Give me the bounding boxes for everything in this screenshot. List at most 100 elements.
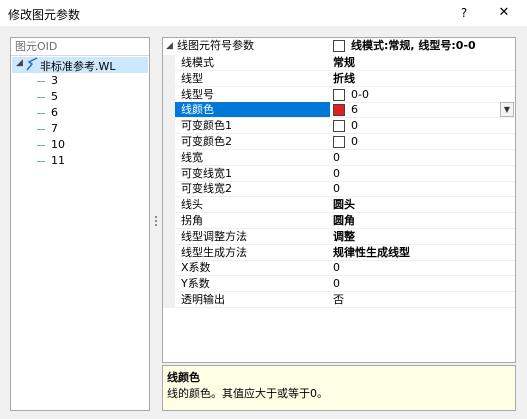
tree-item-label: 10 — [51, 138, 65, 151]
property-value[interactable]: 圆头 — [333, 197, 355, 213]
property-value-text: 圆角 — [333, 214, 355, 227]
chevron-down-icon[interactable]: ◢ — [16, 58, 23, 68]
category-value: 线模式:常规, 线型号:0-0 — [333, 38, 476, 54]
property-value[interactable]: 0 — [333, 276, 340, 292]
row-gutter — [163, 260, 175, 277]
property-value-text: 否 — [333, 293, 344, 306]
tree-item-11[interactable]: 11 — [37, 154, 137, 169]
property-name: 线型 — [181, 71, 203, 85]
color-swatch-icon — [333, 136, 345, 148]
row-gutter — [163, 292, 175, 308]
property-row[interactable]: Y系数 0 — [163, 276, 515, 293]
property-row[interactable]: 线模式 常规 — [163, 55, 515, 71]
property-value-text: 0 — [351, 119, 358, 133]
property-row[interactable]: 可变线宽1 0 — [163, 165, 515, 182]
property-row[interactable]: 拐角 圆角 — [163, 213, 515, 229]
property-row[interactable]: 透明输出 否 — [163, 292, 515, 308]
property-name: 线型生成方法 — [181, 245, 247, 259]
tree-header: 图元OID — [11, 38, 149, 56]
tree-item-10[interactable]: 10 — [37, 138, 137, 153]
close-button[interactable]: ✕ — [495, 4, 513, 22]
property-value[interactable]: 0 — [333, 166, 340, 182]
category-value-text: 线模式:常规, 线型号:0-0 — [351, 39, 476, 52]
property-row[interactable]: 线头 圆头 — [163, 197, 515, 214]
property-row[interactable]: 线型调整方法 调整 — [163, 228, 515, 245]
tree-item-6[interactable]: 6 — [37, 106, 137, 121]
tree-item-label: 11 — [51, 154, 65, 167]
tree-line-icon — [37, 161, 45, 162]
property-value[interactable]: 0 — [333, 118, 358, 134]
property-row[interactable]: X系数 0 — [163, 260, 515, 277]
row-gutter — [163, 213, 175, 229]
property-row[interactable]: 线型号 0-0 — [163, 86, 515, 103]
property-value-text: 折线 — [333, 71, 355, 85]
property-row[interactable]: 线型生成方法 规律性生成线型 — [163, 244, 515, 261]
row-gutter — [163, 276, 175, 293]
property-value-text: 0 — [333, 166, 340, 180]
row-gutter — [163, 181, 175, 198]
property-row[interactable]: 可变颜色1 0 — [163, 118, 515, 135]
oid-tree-panel: 图元OID ◢ 非标准参考.WL 3 5 6 7 10 11 — [10, 37, 150, 411]
property-name: 透明输出 — [181, 293, 225, 306]
property-value[interactable]: 0 — [333, 181, 340, 197]
tree-item-label: 7 — [51, 122, 58, 135]
row-gutter — [163, 149, 175, 166]
property-value-text: 规律性生成线型 — [333, 245, 410, 259]
chevron-down-icon[interactable]: ◢ — [166, 38, 173, 54]
row-gutter — [163, 244, 175, 261]
line-style-icon — [26, 57, 38, 74]
description-text: 线的颜色。其值应大于或等于0。 — [167, 387, 328, 400]
splitter-handle[interactable] — [155, 216, 158, 230]
property-row[interactable]: 线型 折线 — [163, 70, 515, 87]
tree-line-icon — [37, 97, 45, 98]
property-value[interactable]: 圆角 — [333, 213, 355, 229]
property-value[interactable]: 常规 — [333, 55, 355, 71]
row-gutter — [163, 86, 175, 103]
property-value[interactable]: 调整 — [333, 229, 355, 245]
property-name: 拐角 — [181, 214, 203, 227]
tree-root-label: 非标准参考.WL — [40, 60, 116, 73]
dialog-body: 图元OID ◢ 非标准参考.WL 3 5 6 7 10 11 ◢ 线图元符号参数… — [0, 26, 527, 419]
tree-line-icon — [37, 129, 45, 130]
property-value[interactable]: 0 — [333, 150, 340, 166]
tree-item-7[interactable]: 7 — [37, 122, 137, 137]
property-value[interactable]: 0 — [333, 134, 358, 150]
row-gutter — [163, 118, 175, 135]
color-swatch-icon — [333, 120, 345, 133]
property-row[interactable]: 线宽 0 — [163, 149, 515, 166]
property-value-text: 常规 — [333, 56, 355, 69]
help-button[interactable]: ? — [455, 4, 473, 22]
property-value[interactable]: 否 — [333, 292, 344, 308]
row-gutter — [163, 70, 175, 87]
row-gutter — [163, 55, 175, 71]
property-value-text: 圆头 — [333, 198, 355, 212]
property-value-text: 调整 — [333, 229, 355, 243]
property-value-text: 0 — [333, 182, 340, 196]
property-value-text: 0-0 — [351, 87, 369, 101]
property-value[interactable]: 6 — [333, 102, 358, 118]
tree-item-5[interactable]: 5 — [37, 90, 137, 105]
property-row[interactable]: 可变颜色2 0 — [163, 134, 515, 150]
property-name: 线颜色 — [175, 102, 330, 119]
description-title: 线颜色 — [167, 371, 200, 384]
property-value[interactable]: 折线 — [333, 71, 355, 87]
property-name: 可变颜色1 — [181, 119, 232, 133]
property-name: 线头 — [181, 198, 203, 212]
row-gutter — [163, 228, 175, 245]
property-value-text: 6 — [351, 103, 358, 117]
category-row[interactable]: ◢ 线图元符号参数 线模式:常规, 线型号:0-0 — [163, 38, 515, 54]
property-value[interactable]: 0 — [333, 260, 340, 276]
color-swatch-icon — [333, 88, 345, 101]
property-row[interactable]: 线颜色 6 ▼ — [163, 102, 515, 119]
tree-root-item[interactable]: ◢ 非标准参考.WL — [12, 57, 148, 73]
property-value[interactable]: 0-0 — [333, 87, 369, 103]
property-row[interactable]: 可变线宽2 0 — [163, 181, 515, 198]
row-gutter — [163, 197, 175, 214]
window-title: 修改图元参数 — [8, 8, 81, 22]
row-gutter — [163, 165, 175, 182]
chevron-down-icon[interactable]: ▼ — [500, 102, 514, 118]
tree-item-3[interactable]: 3 — [37, 74, 137, 89]
property-value-text: 0 — [333, 150, 340, 164]
title-bar: 修改图元参数 ? ✕ — [0, 0, 527, 26]
property-value[interactable]: 规律性生成线型 — [333, 245, 410, 261]
